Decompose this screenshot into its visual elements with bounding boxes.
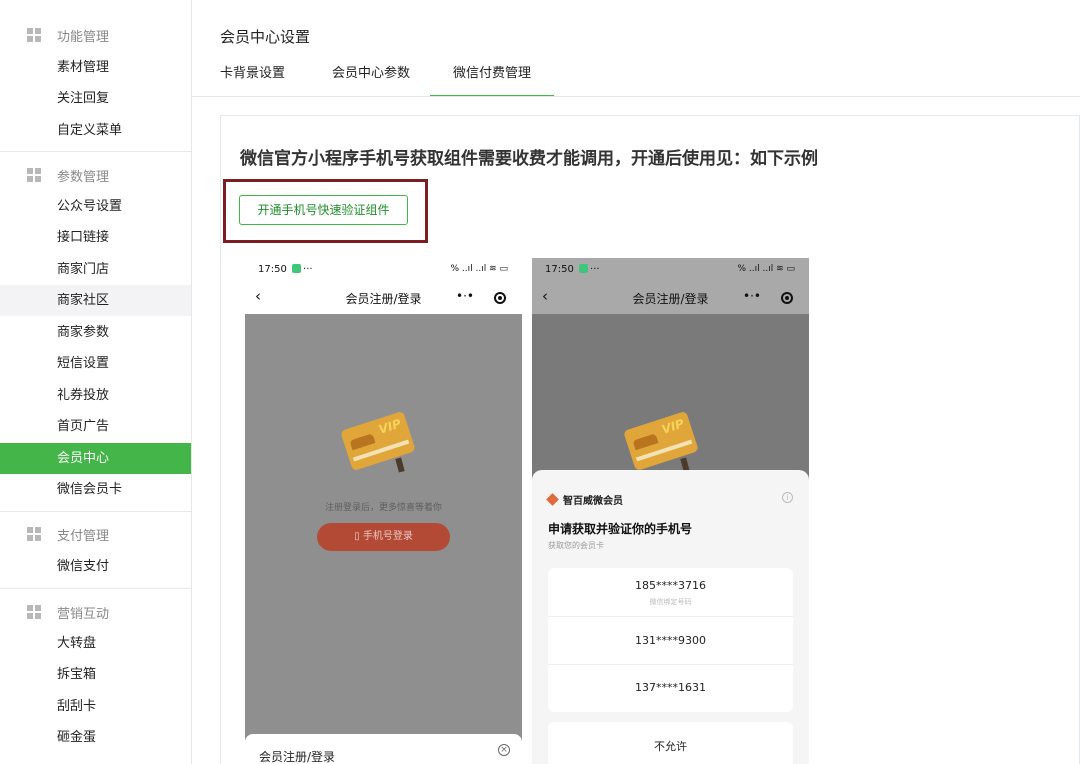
phone-number-sub: 微信绑定号码 [649, 598, 692, 606]
more-dots-icon[interactable]: •·• [743, 289, 761, 303]
sidebar: 功能管理 素材管理 关注回复 自定义菜单 参数管理 公众号设置 接口链接 商家门… [0, 0, 192, 764]
login-sheet: 会员注册/登录 × [245, 734, 522, 764]
grid-icon [27, 28, 42, 43]
list-divider [548, 664, 793, 665]
phone-number-option[interactable]: 137****1631 [548, 681, 793, 694]
request-subtitle: 获取您的会员卡 [548, 541, 604, 550]
register-hint: 注册登录后，更多惊喜等着你 [324, 503, 442, 513]
sidebar-divider [0, 588, 191, 589]
sidebar-item-wheel[interactable]: 大转盘 [0, 628, 191, 659]
sidebar-group-params: 参数管理 [0, 159, 191, 191]
sidebar-divider [0, 511, 191, 512]
sidebar-item-treasure-box[interactable]: 拆宝箱 [0, 659, 191, 690]
close-icon[interactable]: × [498, 744, 510, 756]
sidebar-item-home-ads[interactable]: 首页广告 [0, 411, 191, 442]
sidebar-item-stores[interactable]: 商家门店 [0, 254, 191, 285]
mini-program-navbar: ‹ 会员注册/登录 •·• [245, 282, 522, 314]
sidebar-group-label: 营销互动 [57, 606, 110, 622]
sidebar-group-payment: 支付管理 [0, 518, 191, 550]
info-icon[interactable]: i [782, 492, 793, 503]
status-more: ··· [590, 264, 600, 275]
sidebar-divider [0, 151, 191, 152]
sidebar-group-label: 支付管理 [57, 528, 110, 544]
signal-icons: % ..ıl ..ıl ≋ ▭ [737, 264, 796, 274]
deny-button[interactable]: 不允许 [548, 722, 793, 764]
sidebar-item-coupons[interactable]: 礼券投放 [0, 380, 191, 411]
tab-wechat-paid-management[interactable]: 微信付费管理 [430, 62, 554, 97]
phone-login-button[interactable]: ▯ 手机号登录 [317, 523, 450, 551]
sidebar-group-label: 参数管理 [57, 169, 110, 185]
close-target-icon[interactable] [781, 292, 793, 304]
phone-content: VIP 注册登录后，更多惊喜等着你 ▯ 手机号登录 [245, 314, 522, 764]
status-more: ··· [303, 264, 313, 275]
phone-icon: ▯ [354, 531, 363, 542]
mini-program-navbar: ‹ 会员注册/登录 •·• [532, 282, 809, 314]
status-bar: 17:50 ··· % ..ıl ..ıl ≋ ▭ [532, 258, 809, 282]
sidebar-item-api-link[interactable]: 接口链接 [0, 222, 191, 253]
sidebar-item-wechat-member-card[interactable]: 微信会员卡 [0, 474, 191, 505]
open-phone-verify-button[interactable]: 开通手机号快速验证组件 [239, 195, 408, 225]
signal-icons: % ..ıl ..ıl ≋ ▭ [450, 264, 509, 274]
sidebar-item-golden-egg[interactable]: 砸金蛋 [0, 722, 191, 753]
sidebar-group-marketing: 营销互动 [0, 596, 191, 628]
sidebar-item-sms-settings[interactable]: 短信设置 [0, 348, 191, 379]
phone-auth-sheet: 智百威微会员 i 申请获取并验证你的手机号 获取您的会员卡 185****371… [532, 470, 809, 764]
wechat-icon [579, 264, 589, 273]
capsule-menu[interactable]: •·• [450, 288, 512, 308]
more-dots-icon[interactable]: •·• [456, 289, 474, 303]
wechat-icon [292, 264, 302, 273]
tab-card-background[interactable]: 卡背景设置 [220, 62, 286, 97]
phone-number-option[interactable]: 131****9300 [548, 634, 793, 647]
sidebar-item-merchant-params[interactable]: 商家参数 [0, 317, 191, 348]
status-time: 17:50 [545, 264, 574, 275]
capsule-menu[interactable]: •·• [737, 288, 799, 308]
grid-icon [27, 605, 42, 620]
vip-card-icon: VIP [340, 410, 416, 472]
grid-icon [27, 168, 42, 183]
hand-icon [395, 457, 405, 473]
sidebar-item-official-settings[interactable]: 公众号设置 [0, 191, 191, 222]
phone-number-list: 185****3716 微信绑定号码 131****9300 137****16… [548, 568, 793, 712]
brand-label: 智百威微会员 [546, 492, 623, 507]
close-target-icon[interactable] [494, 292, 506, 304]
sidebar-item-scratch-card[interactable]: 刮刮卡 [0, 691, 191, 722]
sheet-title: 会员注册/登录 [259, 750, 336, 764]
phone-mockup-login: 17:50 ··· % ..ıl ..ıl ≋ ▭ ‹ 会员注册/登录 •·• … [245, 258, 522, 764]
status-bar: 17:50 ··· % ..ıl ..ıl ≋ ▭ [245, 258, 522, 282]
brand-logo-icon [546, 493, 559, 506]
phone-number-option[interactable]: 185****3716 [548, 579, 793, 592]
page-title: 会员中心设置 [220, 28, 311, 46]
sidebar-item-community[interactable]: 商家社区 [0, 285, 191, 316]
sidebar-group-label: 功能管理 [57, 29, 110, 45]
status-time: 17:50 [258, 264, 287, 275]
list-divider [548, 616, 793, 617]
request-title: 申请获取并验证你的手机号 [548, 522, 693, 536]
panel-heading: 微信官方小程序手机号获取组件需要收费才能调用，开通后使用见：如下示例 [240, 149, 818, 169]
phone-mockup-authorize: 17:50 ··· % ..ıl ..ıl ≋ ▭ ‹ 会员注册/登录 •·• … [532, 258, 809, 764]
tab-member-center-params[interactable]: 会员中心参数 [332, 62, 412, 97]
sidebar-item-custom-menu[interactable]: 自定义菜单 [0, 115, 191, 146]
sidebar-item-wechat-pay[interactable]: 微信支付 [0, 551, 191, 582]
header-divider [192, 96, 1080, 97]
sidebar-item-member-center[interactable]: 会员中心 [0, 443, 191, 474]
sidebar-item-material[interactable]: 素材管理 [0, 52, 191, 83]
sidebar-item-follow-reply[interactable]: 关注回复 [0, 83, 191, 114]
sidebar-group-function: 功能管理 [0, 19, 191, 51]
grid-icon [27, 527, 42, 542]
